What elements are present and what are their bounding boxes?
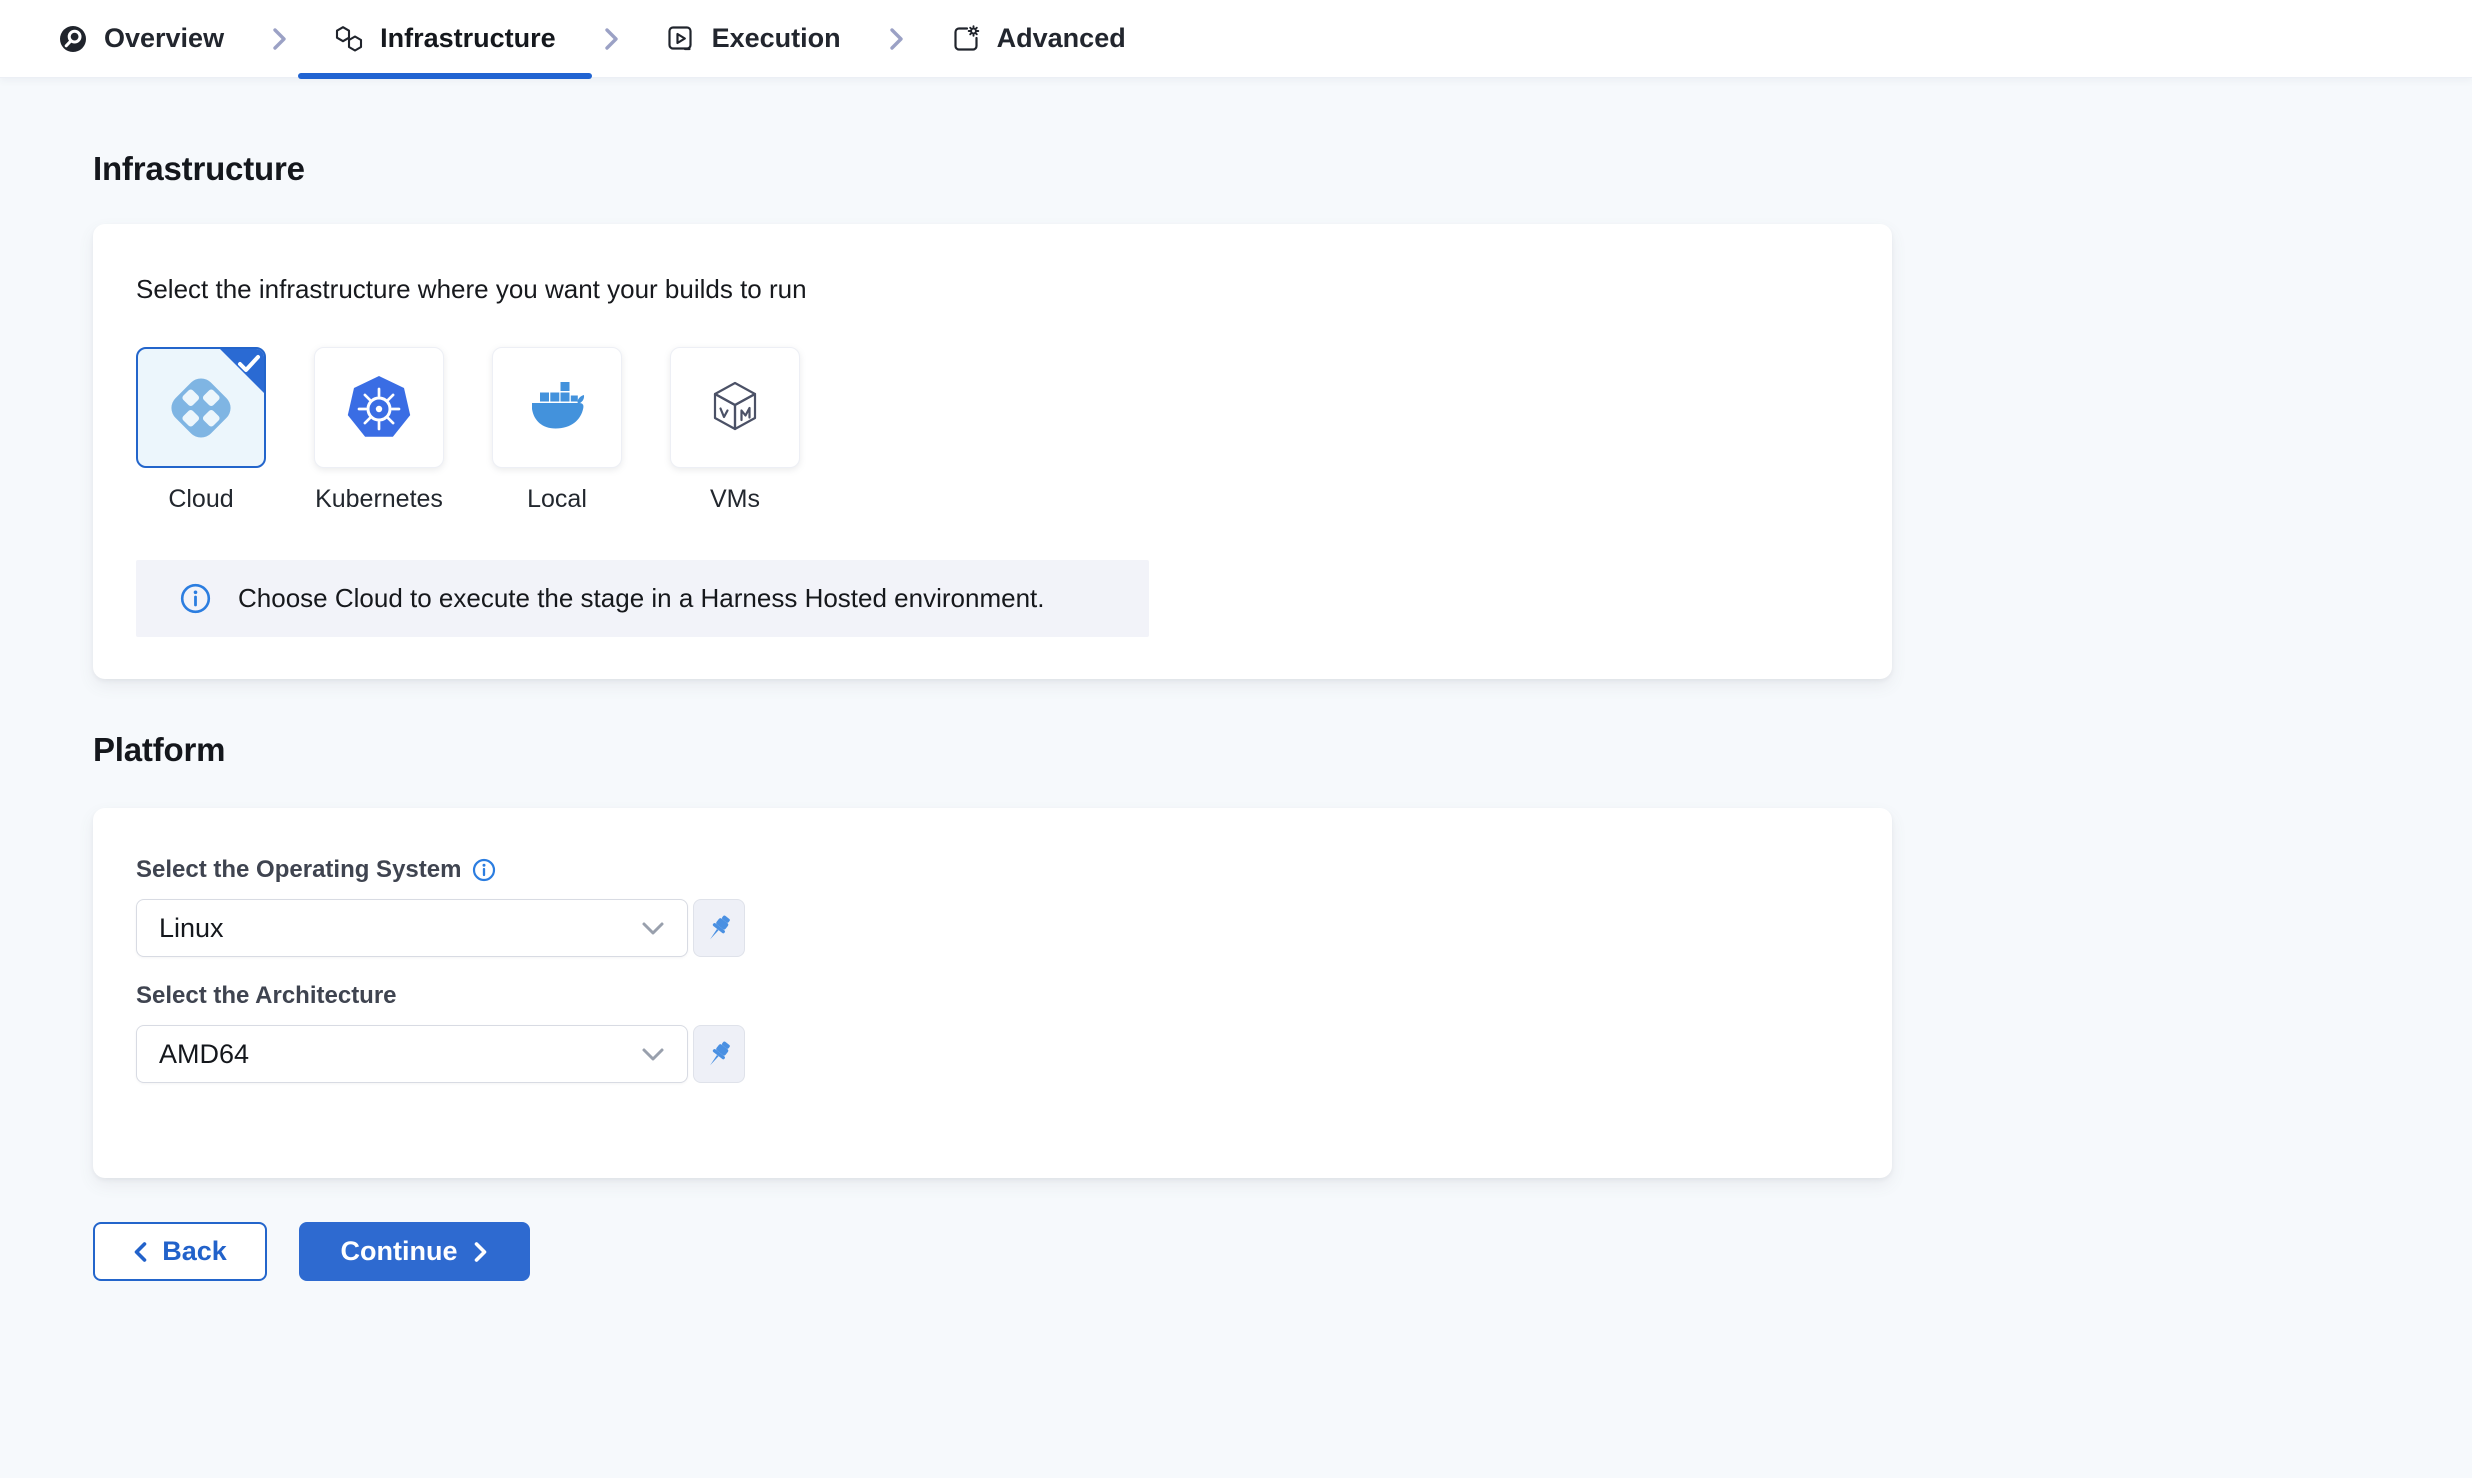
tab-label: Execution [712,23,841,54]
platform-heading: Platform [93,731,2472,769]
chevron-left-icon [133,1241,147,1263]
stage-tabbar: Overview Infrastructure Executio [0,0,2472,78]
chevron-right-icon [474,1241,488,1263]
tile-label: Cloud [168,485,233,514]
chevron-right-icon [881,24,911,54]
chevron-down-icon [641,1047,665,1062]
harness-cloud-icon [163,370,239,446]
tab-label: Overview [104,23,224,54]
kubernetes-tile[interactable] [314,347,444,468]
arch-label-text: Select the Architecture [136,982,397,1010]
tile-label: Local [527,485,587,514]
cloud-info-banner: Choose Cloud to execute the stage in a H… [136,560,1149,637]
back-button[interactable]: Back [93,1222,267,1281]
infrastructure-option-kubernetes: Kubernetes [314,347,444,514]
active-tab-underline [298,73,592,79]
tile-label: VMs [710,485,760,514]
docker-icon [522,373,592,443]
tab-infrastructure[interactable]: Infrastructure [298,0,592,78]
arch-field-label: Select the Architecture [136,982,1849,1010]
infrastructure-icon [334,24,364,54]
banner-text: Choose Cloud to execute the stage in a H… [238,583,1044,614]
platform-card: Select the Operating System Linux [93,808,1892,1178]
overview-icon [58,24,88,54]
infrastructure-heading: Infrastructure [93,150,2472,188]
arch-pin-button[interactable] [693,1025,745,1083]
os-select[interactable]: Linux [136,899,688,957]
infrastructure-option-cloud: Cloud [136,347,266,514]
tab-label: Advanced [997,23,1126,54]
pin-icon [702,1037,736,1071]
stage-config-content: Infrastructure Select the infrastructure… [0,150,2472,1281]
os-select-row: Linux [136,899,1849,957]
pin-icon [702,911,736,945]
continue-button[interactable]: Continue [299,1222,530,1281]
chevron-down-icon [641,921,665,936]
tab-overview[interactable]: Overview [22,0,260,78]
infrastructure-prompt: Select the infrastructure where you want… [136,274,1849,305]
arch-select[interactable]: AMD64 [136,1025,688,1083]
infrastructure-option-local: Local [492,347,622,514]
cloud-tile[interactable] [136,347,266,468]
tab-execution[interactable]: Execution [630,0,877,78]
os-label-text: Select the Operating System [136,856,461,884]
kubernetes-icon [344,373,414,443]
arch-select-value: AMD64 [159,1039,249,1070]
info-icon[interactable] [472,858,496,882]
back-button-label: Back [162,1236,227,1267]
vms-tile[interactable] [670,347,800,468]
chevron-right-icon [264,24,294,54]
infrastructure-card: Select the infrastructure where you want… [93,224,1892,679]
tab-advanced[interactable]: Advanced [915,0,1162,78]
os-pin-button[interactable] [693,899,745,957]
infrastructure-option-vms: VMs [670,347,800,514]
vm-cube-icon [700,373,770,443]
arch-select-row: AMD64 [136,1025,1849,1083]
execution-icon [666,24,696,54]
tab-label: Infrastructure [380,23,556,54]
continue-button-label: Continue [341,1236,458,1267]
os-select-value: Linux [159,913,224,944]
chevron-right-icon [596,24,626,54]
info-icon [180,583,211,614]
os-field-label: Select the Operating System [136,856,1849,884]
local-tile[interactable] [492,347,622,468]
infrastructure-options: Cloud [136,347,1849,514]
advanced-icon [951,24,981,54]
tile-label: Kubernetes [315,485,443,514]
wizard-actions: Back Continue [93,1222,2472,1281]
